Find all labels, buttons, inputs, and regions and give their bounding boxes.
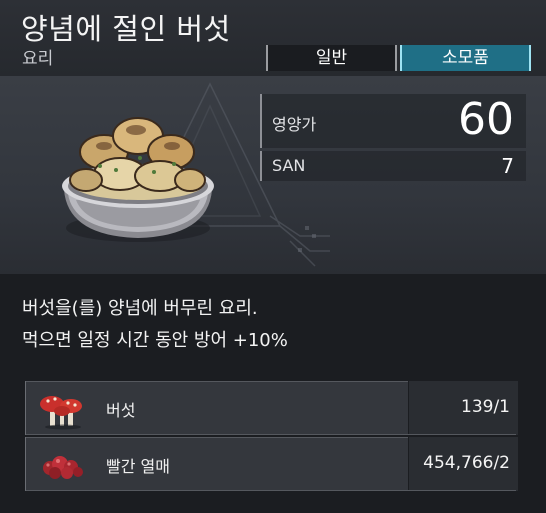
item-preview-area: 영양가 60 SAN 7: [0, 76, 546, 274]
san-value: 7: [501, 154, 514, 178]
item-title: 양념에 절인 버섯: [21, 12, 231, 46]
item-header: 양념에 절인 버섯 요리 일반 소모품: [0, 0, 546, 76]
san-stat: SAN 7: [260, 151, 526, 181]
item-detail-panel: 양념에 절인 버섯 요리 일반 소모품 영양가 60 SAN 7 버섯을(를) …: [0, 0, 546, 513]
nutrition-label: 영양가: [272, 115, 317, 134]
tab-consumable[interactable]: 소모품: [400, 45, 531, 71]
san-label: SAN: [272, 156, 306, 175]
ingredient-count-box: 139/1: [408, 381, 518, 435]
ingredient-count: 454,766/2: [423, 453, 510, 473]
seasoned-mushroom-dish-icon: [62, 117, 214, 242]
ingredient-count: 139/1: [461, 397, 510, 417]
mushroom-icon: [40, 396, 82, 430]
description-line: 버섯을(를) 양념에 버무린 요리.: [22, 298, 258, 319]
nutrition-value: 60: [458, 94, 514, 145]
ingredient-list: 버섯 139/1 빨간 열매 454,766/2: [0, 374, 546, 513]
ingredient-row-red-berries[interactable]: 빨간 열매 454,766/2: [25, 437, 518, 491]
item-category: 요리: [22, 49, 54, 69]
ingredient-row-mushroom[interactable]: 버섯 139/1: [25, 381, 518, 435]
tab-normal[interactable]: 일반: [266, 45, 397, 71]
ingredient-name: 버섯: [106, 401, 136, 420]
ingredient-count-box: 454,766/2: [408, 437, 518, 491]
red-berries-icon: [43, 456, 83, 479]
nutrition-stat: 영양가 60: [260, 94, 526, 148]
item-description: 버섯을(를) 양념에 버무린 요리. 먹으면 일정 시간 동안 방어 +10%: [0, 274, 546, 374]
ingredient-name: 빨간 열매: [106, 457, 170, 476]
description-effect: 먹으면 일정 시간 동안 방어 +10%: [22, 330, 288, 351]
